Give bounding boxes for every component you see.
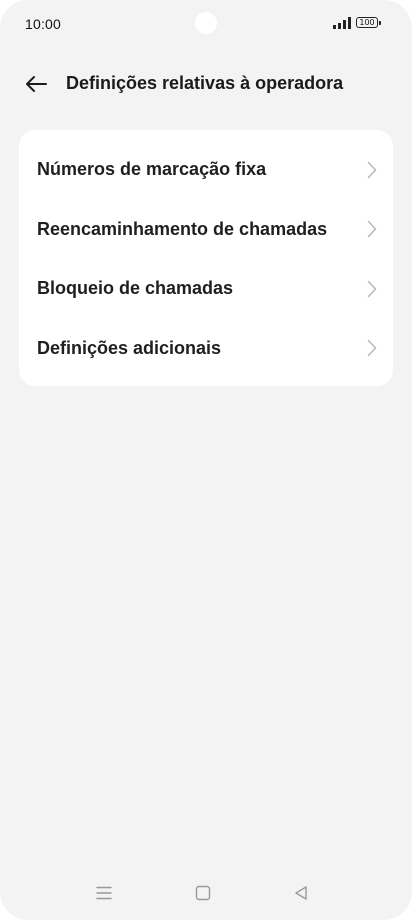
battery-icon: 100 bbox=[356, 17, 381, 28]
list-item-label: Bloqueio de chamadas bbox=[37, 278, 234, 299]
list-item-call-forwarding[interactable]: Reencaminhamento de chamadas bbox=[19, 200, 393, 260]
camera-cutout bbox=[195, 12, 217, 34]
list-item-label: Números de marcação fixa bbox=[37, 159, 267, 180]
chevron-right-icon bbox=[367, 221, 377, 238]
back-button[interactable] bbox=[20, 68, 52, 100]
home-square-icon bbox=[195, 885, 211, 901]
chevron-right-icon bbox=[367, 280, 377, 297]
list-item-call-barring[interactable]: Bloqueio de chamadas bbox=[19, 259, 393, 319]
menu-lines-icon bbox=[96, 886, 112, 900]
app-header: Definições relativas à operadora bbox=[0, 64, 412, 104]
chevron-right-icon bbox=[367, 340, 377, 357]
back-triangle-icon bbox=[295, 886, 307, 900]
navigation-bar bbox=[0, 880, 412, 906]
arrow-left-icon bbox=[26, 76, 47, 92]
recents-button[interactable] bbox=[91, 880, 117, 906]
back-nav-button[interactable] bbox=[288, 880, 314, 906]
list-item-label: Reencaminhamento de chamadas bbox=[37, 218, 328, 239]
page-title: Definições relativas à operadora bbox=[66, 73, 344, 93]
status-bar: 10:00 100 bbox=[0, 0, 412, 46]
home-button[interactable] bbox=[190, 880, 216, 906]
list-item-additional-settings[interactable]: Definições adicionais bbox=[19, 319, 393, 379]
chevron-right-icon bbox=[367, 161, 377, 178]
phone-screen: 10:00 100 Definições relativas à operado… bbox=[0, 0, 412, 920]
settings-card: Números de marcação fixa Reencaminhament… bbox=[19, 130, 393, 386]
list-item-label: Definições adicionais bbox=[37, 337, 222, 358]
status-time: 10:00 bbox=[25, 16, 62, 32]
signal-bars-icon bbox=[333, 17, 351, 29]
list-item-fixed-dialing[interactable]: Números de marcação fixa bbox=[19, 140, 393, 200]
